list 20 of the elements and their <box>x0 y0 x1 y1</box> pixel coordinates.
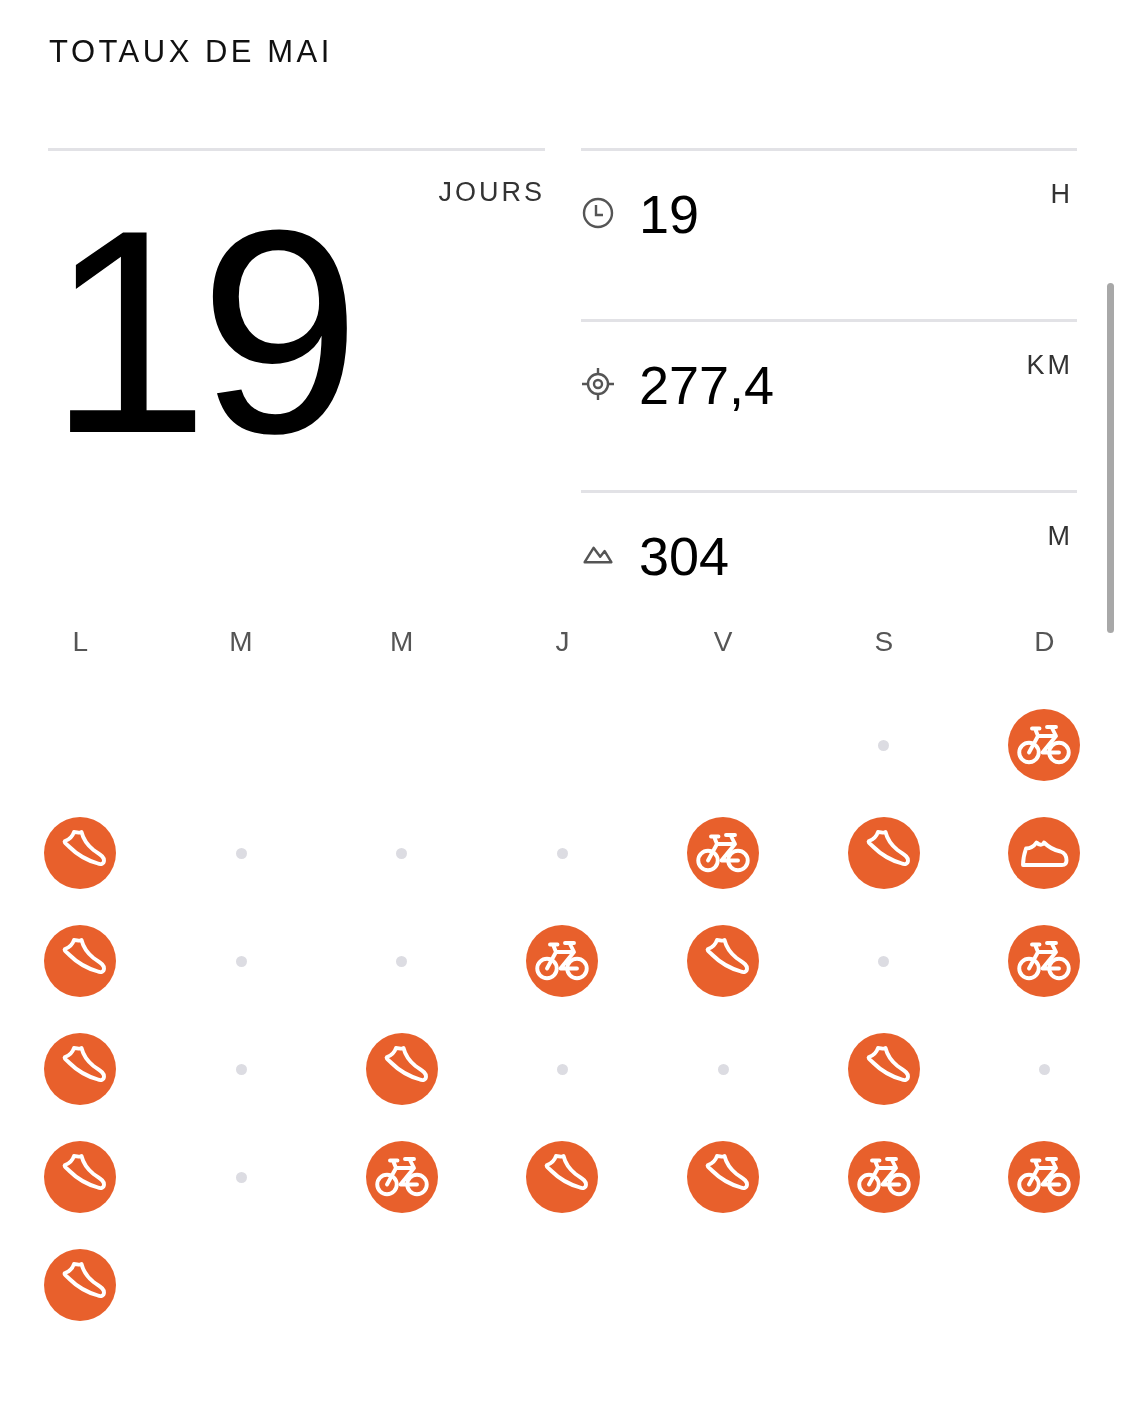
mountain-icon <box>583 546 613 564</box>
days-count: 19 <box>48 216 351 446</box>
weekday-label: S <box>874 625 894 659</box>
weekday-label: D <box>1034 625 1055 659</box>
weekday-label: J <box>555 625 570 659</box>
unit-label: H <box>1050 179 1073 210</box>
stat-value: 304 <box>639 525 730 587</box>
weekday-label: V <box>713 625 733 659</box>
unit-label: JOURS <box>438 177 545 208</box>
weekday-label: M <box>390 625 414 659</box>
clock-icon <box>581 196 615 230</box>
unit-label: M <box>1047 521 1073 552</box>
stat-value: 277,4 <box>639 354 775 416</box>
stat-value: 19 <box>639 183 700 245</box>
unit-label: KM <box>1026 350 1073 381</box>
target-icon <box>581 367 615 401</box>
section-title: TOTAUX DE MAI <box>48 33 334 70</box>
weekday-label: L <box>72 625 89 659</box>
scrollbar[interactable] <box>1107 283 1114 633</box>
weekday-label: M <box>229 625 253 659</box>
